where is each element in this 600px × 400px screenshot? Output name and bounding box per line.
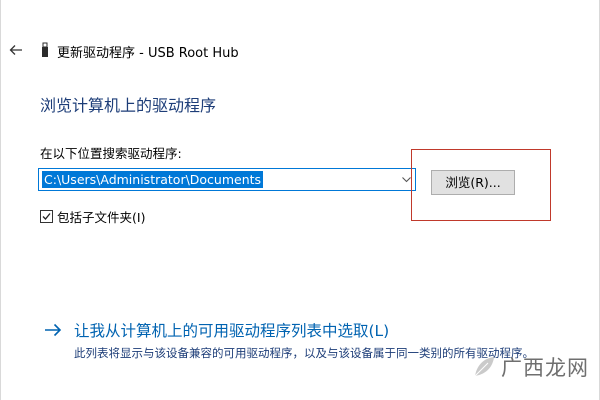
- path-combobox[interactable]: C:\Users\Administrator\Documents: [38, 168, 416, 191]
- search-location-label: 在以下位置搜索驱动程序:: [40, 146, 182, 161]
- pick-from-list-link[interactable]: 让我从计算机上的可用驱动程序列表中选取(L): [44, 319, 389, 341]
- leaf-logo-icon: [474, 357, 494, 377]
- window-title: 更新驱动程序 - USB Root Hub: [57, 46, 239, 61]
- include-subfolders-label: 包括子文件夹(I): [57, 210, 146, 225]
- window-left-border: [0, 0, 1, 400]
- back-arrow-icon: [9, 45, 22, 55]
- path-input-value[interactable]: C:\Users\Administrator\Documents: [42, 171, 264, 188]
- checkmark-icon: [42, 213, 51, 220]
- page-heading: 浏览计算机上的驱动程序: [40, 96, 217, 115]
- arrow-right-icon: [44, 322, 64, 338]
- back-button[interactable]: [6, 40, 26, 60]
- checkbox-box[interactable]: [40, 210, 53, 223]
- usb-device-icon: [42, 42, 48, 57]
- include-subfolders-checkbox[interactable]: 包括子文件夹(I): [40, 207, 145, 226]
- watermark-text: 广西龙网: [501, 356, 589, 380]
- pick-from-list-link-text[interactable]: 让我从计算机上的可用驱动程序列表中选取(L): [74, 319, 389, 341]
- watermark-logo: 广西龙网: [471, 352, 589, 382]
- dropdown-button[interactable]: [399, 173, 413, 187]
- chevron-down-icon: [401, 177, 411, 183]
- browse-button[interactable]: 浏览(R)...: [431, 170, 515, 195]
